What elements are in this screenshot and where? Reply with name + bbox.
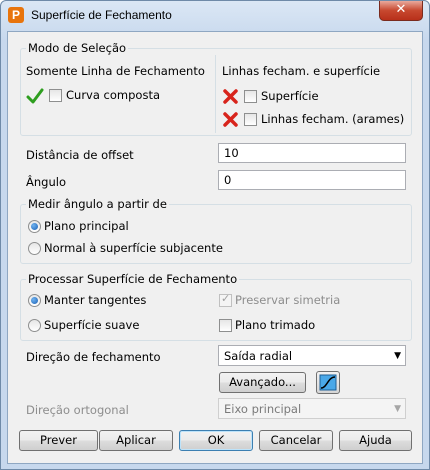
- process-title: Processar Superfície de Fechamento: [26, 272, 240, 286]
- preserve-symmetry-checkbox[interactable]: ✓: [219, 292, 232, 307]
- normal-surface-radio[interactable]: [28, 242, 41, 255]
- group-divider: [215, 55, 216, 133]
- keep-tangents-radio[interactable]: [28, 294, 41, 307]
- closing-lines-and-surface-heading: Linhas fecham. e superfície: [222, 64, 381, 78]
- closing-direction-label: Direção de fechamento: [26, 350, 161, 364]
- cancel-button[interactable]: Cancelar: [259, 430, 333, 451]
- wireframe-label: Linhas fecham. (arames): [261, 112, 405, 126]
- composite-curve-checkbox[interactable]: [49, 89, 62, 102]
- chevron-down-icon: ▼: [394, 404, 401, 414]
- red-cross-icon: [223, 112, 238, 127]
- app-logo-icon: P: [8, 7, 24, 23]
- smooth-surface-radio[interactable]: [28, 319, 41, 332]
- preview-button[interactable]: Prever: [19, 430, 98, 451]
- green-check-icon: [26, 88, 44, 104]
- surface-checkbox[interactable]: [244, 90, 257, 103]
- orthogonal-direction-select[interactable]: Eixo principal ▼: [218, 398, 406, 419]
- ok-button[interactable]: OK: [179, 430, 253, 451]
- title-bar[interactable]: P Superfície de Fechamento ✕: [1, 1, 429, 31]
- angle-label: Ângulo: [26, 175, 66, 189]
- trimmed-plane-checkbox[interactable]: [219, 319, 232, 332]
- advanced-button[interactable]: Avançado...: [219, 372, 306, 393]
- orthogonal-direction-label: Direção ortogonal: [26, 403, 129, 417]
- normal-surface-label: Normal à superfície subjacente: [44, 241, 223, 255]
- principal-plane-radio[interactable]: [28, 220, 41, 233]
- apply-button[interactable]: Aplicar: [99, 430, 173, 451]
- wireframe-checkbox[interactable]: [244, 113, 257, 126]
- orthogonal-direction-value: Eixo principal: [224, 402, 302, 416]
- measure-angle-group: [20, 204, 412, 264]
- curve-profile-button[interactable]: [316, 371, 340, 394]
- preserve-symmetry-label: Preservar simetria: [235, 293, 341, 307]
- chevron-down-icon: ▼: [394, 351, 401, 361]
- curve-profile-icon: [319, 374, 337, 391]
- dialog-window: P Superfície de Fechamento ✕ Modo de Sel…: [0, 0, 430, 470]
- offset-input[interactable]: 10: [218, 143, 406, 163]
- dialog-body: Modo de Seleção Somente Linha de Fechame…: [7, 31, 423, 464]
- window-title: Superfície de Fechamento: [31, 8, 172, 22]
- surface-label: Superfície: [261, 89, 319, 103]
- smooth-surface-label: Superfície suave: [44, 318, 140, 332]
- selection-mode-title: Modo de Seleção: [26, 41, 129, 55]
- check-mark-icon: ✓: [221, 292, 231, 305]
- close-button[interactable]: ✕: [379, 1, 423, 21]
- measure-angle-title: Medir ângulo a partir de: [26, 197, 169, 211]
- help-button[interactable]: Ajuda: [339, 430, 412, 451]
- closing-line-only-heading: Somente Linha de Fechamento: [26, 64, 205, 78]
- red-cross-icon: [223, 89, 238, 104]
- closing-direction-select[interactable]: Saída radial ▼: [218, 345, 406, 366]
- principal-plane-label: Plano principal: [44, 219, 129, 233]
- angle-input[interactable]: 0: [218, 170, 406, 190]
- offset-label: Distância de offset: [26, 148, 134, 162]
- closing-direction-value: Saída radial: [224, 349, 293, 363]
- keep-tangents-label: Manter tangentes: [44, 293, 147, 307]
- trimmed-plane-label: Plano trimado: [235, 318, 316, 332]
- composite-curve-label: Curva composta: [66, 88, 160, 102]
